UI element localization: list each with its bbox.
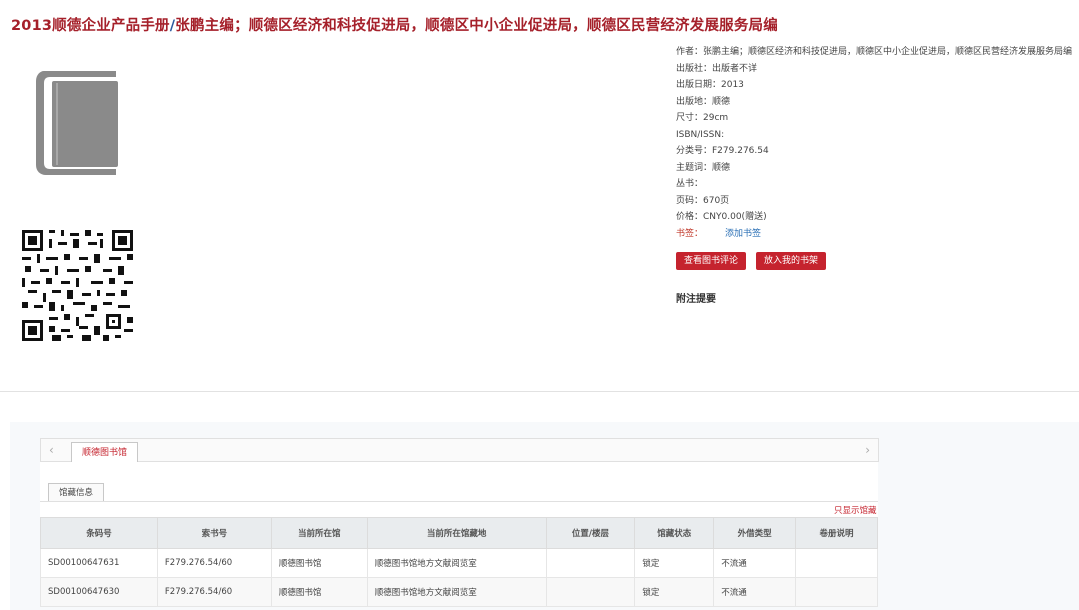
cell-loan-type: 不流通 — [713, 548, 797, 578]
meta-series: 丛书： — [676, 179, 704, 189]
view-reviews-button[interactable]: 查看图书评论 — [676, 252, 747, 270]
cell-status: 锁定 — [634, 548, 715, 578]
tab-shunde-library[interactable]: 顺德图书馆 — [71, 442, 139, 463]
tag-label: 书签： — [676, 228, 704, 239]
title-responsibility: 张鹏主编；顺德区经济和科技促进局，顺德区中小企业促进局，顺德区民营经济发展服务局… — [175, 18, 778, 34]
meta-pub-date: 出版日期：2013 — [676, 80, 744, 90]
col-status: 馆藏状态 — [634, 517, 715, 549]
cell-call-number: F279.276.54/60 — [156, 548, 272, 578]
notes-heading: 附注提要 — [676, 294, 716, 305]
action-buttons: 查看图书评论 放入我的书架 — [676, 248, 836, 270]
meta-price: 价格：CNY0.00(赠送) — [676, 212, 767, 222]
cell-library: 顺德图书馆 — [270, 548, 368, 578]
cell-floor — [545, 548, 636, 578]
add-tag-link[interactable]: 添加书签 — [725, 229, 761, 239]
col-loan-type: 外借类型 — [713, 517, 797, 549]
cell-location: 顺德图书馆地方文献阅览室 — [366, 577, 547, 607]
table-row: SD00100647631 F279.276.54/60 顺德图书馆 顺德图书馆… — [40, 548, 878, 578]
table-header-row: 条码号 索书号 当前所在馆 当前所在馆藏地 位置/楼层 馆藏状态 外借类型 卷册… — [40, 517, 878, 549]
meta-subject: 主题词：顺德 — [676, 162, 731, 173]
cell-status: 锁定 — [634, 577, 715, 607]
cell-loan-type: 不流通 — [713, 577, 797, 607]
cell-library: 顺德图书馆 — [270, 577, 368, 607]
tab-holdings-info[interactable]: 馆藏信息 — [48, 483, 105, 502]
col-barcode: 条码号 — [40, 517, 158, 549]
meta-publisher: 出版社：出版者不详 — [676, 63, 758, 74]
meta-pages: 页码：670页 — [676, 195, 730, 206]
table-row: SD00100647630 F279.276.54/60 顺德图书馆 顺德图书馆… — [40, 577, 878, 607]
col-position-floor: 位置/楼层 — [545, 517, 636, 549]
only-show-holdings-link[interactable]: 只显示馆藏 — [834, 504, 877, 516]
meta-isbn: ISBN/ISSN: — [676, 129, 725, 140]
book-icon — [36, 71, 118, 175]
cell-floor — [545, 577, 636, 607]
meta-pub-place: 出版地：顺德 — [676, 96, 731, 107]
cell-barcode: SD00100647630 — [40, 577, 158, 607]
cell-volume-note — [795, 577, 878, 607]
title-main: 2013顺德企业产品手册 — [11, 18, 170, 34]
subtab-divider — [40, 501, 878, 502]
holdings-table: 条码号 索书号 当前所在馆 当前所在馆藏地 位置/楼层 馆藏状态 外借类型 卷册… — [40, 517, 878, 607]
meta-author: 作者：张鹏主编；顺德区经济和科技促进局，顺德区中小企业促进局，顺德区民营经济发展… — [676, 47, 1073, 57]
col-call-number: 索书号 — [156, 517, 272, 549]
tab-prev-icon[interactable]: ‹ — [49, 443, 54, 457]
cell-location: 顺德图书馆地方文献阅览室 — [366, 548, 547, 578]
col-current-location: 当前所在馆藏地 — [366, 517, 547, 549]
book-title: 2013顺德企业产品手册/张鹏主编；顺德区经济和科技促进局，顺德区中小企业促进局… — [11, 14, 778, 35]
meta-size: 尺寸：29cm — [676, 113, 729, 123]
col-volume-note: 卷册说明 — [795, 517, 878, 549]
section-divider — [0, 391, 1079, 392]
book-metadata: 作者：张鹏主编；顺德区经济和科技促进局，顺德区中小企业促进局，顺德区民营经济发展… — [676, 44, 1072, 242]
add-to-shelf-button[interactable]: 放入我的书架 — [756, 252, 827, 270]
meta-tags: 书签： 添加书签 — [676, 226, 1072, 243]
meta-class-no: 分类号：F279.276.54 — [676, 146, 769, 156]
cell-barcode: SD00100647631 — [40, 548, 158, 578]
col-current-library: 当前所在馆 — [270, 517, 368, 549]
tab-next-icon[interactable]: › — [865, 443, 870, 457]
qr-code-icon — [22, 230, 133, 341]
cell-volume-note — [795, 548, 878, 578]
library-tab-bar: ‹ › — [40, 438, 879, 462]
cell-call-number: F279.276.54/60 — [156, 577, 272, 607]
